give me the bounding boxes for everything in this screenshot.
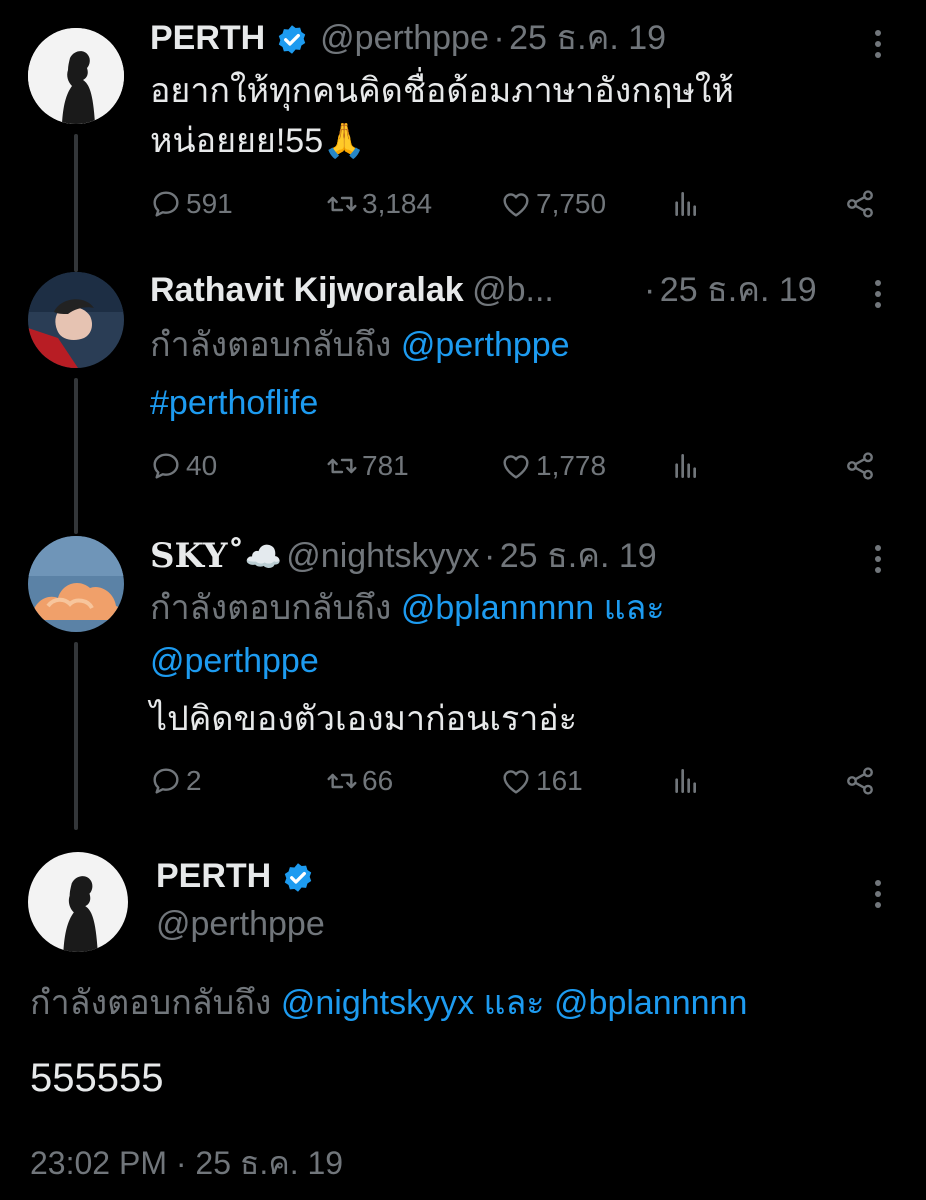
- retweet-button[interactable]: 781: [326, 450, 409, 482]
- separator: ·: [483, 537, 496, 575]
- reply-count: 591: [186, 188, 233, 219]
- avatar-sky[interactable]: [28, 536, 124, 632]
- tweet-actions: 2 66 161: [150, 765, 890, 805]
- handle[interactable]: @nightskyyx: [286, 537, 479, 575]
- time: 23:02 PM: [30, 1145, 167, 1181]
- mention-link[interactable]: @perthppe: [150, 642, 319, 680]
- display-name[interactable]: Rathavit Kijworalak: [150, 271, 464, 309]
- tweet-header: PERTH @perthppe · 25 ธ.ค. 19: [150, 16, 666, 67]
- display-name[interactable]: SKY˚: [150, 536, 244, 576]
- folded-hands-emoji: 🙏: [323, 122, 366, 160]
- retweet-icon: [326, 765, 358, 797]
- views-icon: [670, 188, 702, 220]
- replying-to-label: กำลังตอบกลับถึง: [150, 326, 392, 364]
- retweet-count: 3,184: [362, 188, 433, 219]
- handle[interactable]: @perthppe: [320, 19, 489, 57]
- retweet-count: 781: [362, 450, 409, 481]
- more-icon[interactable]: [873, 30, 883, 63]
- share-icon: [844, 765, 876, 797]
- avatar-rathavit[interactable]: [28, 272, 124, 368]
- tweet-header: Rathavit Kijworalak @b... · 25 ธ.ค. 19: [150, 268, 870, 319]
- views-button[interactable]: [670, 450, 706, 482]
- views-icon: [670, 450, 702, 482]
- like-button[interactable]: 161: [500, 765, 583, 797]
- reply-icon: [150, 188, 182, 220]
- separator: ·: [175, 1145, 187, 1181]
- handle[interactable]: @perthppe: [156, 902, 325, 946]
- handle[interactable]: @b...: [472, 271, 554, 309]
- mention-link[interactable]: @bplannnnn: [554, 984, 747, 1022]
- separator: ·: [493, 19, 505, 57]
- tweet-text: กำลังตอบกลับถึง @perthppe #perthoflife: [150, 320, 570, 428]
- reply-count: 2: [186, 765, 202, 796]
- tweet-text-line: ไปคิดของตัวเองมาก่อนเราอ่ะ: [150, 700, 577, 738]
- verified-icon: [274, 23, 310, 59]
- replying-to-label: กำลังตอบกลับถึง: [30, 984, 272, 1022]
- avatar-perth[interactable]: [28, 28, 124, 124]
- mention-link[interactable]: @bplannnnn: [401, 589, 594, 627]
- share-icon: [844, 188, 876, 220]
- verified-icon: [280, 861, 316, 897]
- reply-button[interactable]: 591: [150, 188, 233, 220]
- tweet-header: SKY˚☁️ @nightskyyx · 25 ธ.ค. 19: [150, 534, 657, 585]
- thread-connector: [74, 378, 78, 534]
- main-tweet-text: 555555: [30, 1056, 164, 1100]
- replying-to-label: กำลังตอบกลับถึง: [150, 589, 392, 627]
- display-name[interactable]: PERTH: [150, 19, 265, 57]
- like-count: 1,778: [536, 450, 607, 481]
- more-icon[interactable]: [873, 545, 883, 578]
- tweet-timestamp[interactable]: 23:02 PM · 25 ธ.ค. 19: [30, 1140, 343, 1186]
- more-icon[interactable]: [873, 880, 883, 913]
- views-icon: [670, 765, 702, 797]
- like-icon: [500, 450, 532, 482]
- share-button[interactable]: [844, 188, 880, 220]
- tweet-text-line: หน่อยยย!55: [150, 122, 324, 160]
- reply-icon: [150, 765, 182, 797]
- share-icon: [844, 450, 876, 482]
- date: 25 ธ.ค. 19: [195, 1145, 344, 1181]
- tweet-header: PERTH: [156, 854, 316, 905]
- views-button[interactable]: [670, 765, 706, 797]
- reply-button[interactable]: 2: [150, 765, 202, 797]
- retweet-icon: [326, 450, 358, 482]
- reply-icon: [150, 450, 182, 482]
- and-word: และ: [603, 589, 665, 627]
- reply-count: 40: [186, 450, 218, 481]
- display-name[interactable]: PERTH: [156, 857, 271, 895]
- separator: ·: [644, 271, 656, 309]
- retweet-button[interactable]: 66: [326, 765, 393, 797]
- hashtag-link[interactable]: #perthoflife: [150, 384, 318, 422]
- more-icon[interactable]: [873, 280, 883, 313]
- tweet-text-line: อยากให้ทุกคนคิดชื่อด้อมภาษาอังกฤษให้: [150, 72, 734, 110]
- share-button[interactable]: [844, 765, 880, 797]
- like-button[interactable]: 1,778: [500, 450, 606, 482]
- and-word: และ: [483, 984, 545, 1022]
- timestamp[interactable]: 25 ธ.ค. 19: [500, 537, 657, 575]
- like-count: 161: [536, 765, 583, 796]
- mention-link[interactable]: @nightskyyx: [281, 984, 474, 1022]
- cloud-emoji: ☁️: [244, 541, 282, 574]
- tweet-actions: 591 3,184 7,750: [150, 188, 890, 228]
- mention-link[interactable]: @perthppe: [401, 326, 570, 364]
- share-button[interactable]: [844, 450, 880, 482]
- views-button[interactable]: [670, 188, 706, 220]
- avatar-perth[interactable]: [28, 852, 128, 952]
- like-button[interactable]: 7,750: [500, 188, 606, 220]
- tweet-text: อยากให้ทุกคนคิดชื่อด้อมภาษาอังกฤษให้ หน่…: [150, 66, 734, 166]
- timestamp[interactable]: 25 ธ.ค. 19: [660, 271, 817, 309]
- tweet-text: กำลังตอบกลับถึง @bplannnnn และ @perthppe…: [150, 583, 870, 749]
- like-count: 7,750: [536, 188, 607, 219]
- like-icon: [500, 188, 532, 220]
- thread-connector: [74, 642, 78, 830]
- reply-button[interactable]: 40: [150, 450, 217, 482]
- thread-connector: [74, 134, 78, 272]
- replying-to: กำลังตอบกลับถึง @nightskyyx และ @bplannn…: [30, 978, 747, 1028]
- retweet-button[interactable]: 3,184: [326, 188, 432, 220]
- tweet-actions: 40 781 1,778: [150, 450, 890, 490]
- like-icon: [500, 765, 532, 797]
- retweet-count: 66: [362, 765, 394, 796]
- timestamp[interactable]: 25 ธ.ค. 19: [509, 19, 666, 57]
- retweet-icon: [326, 188, 358, 220]
